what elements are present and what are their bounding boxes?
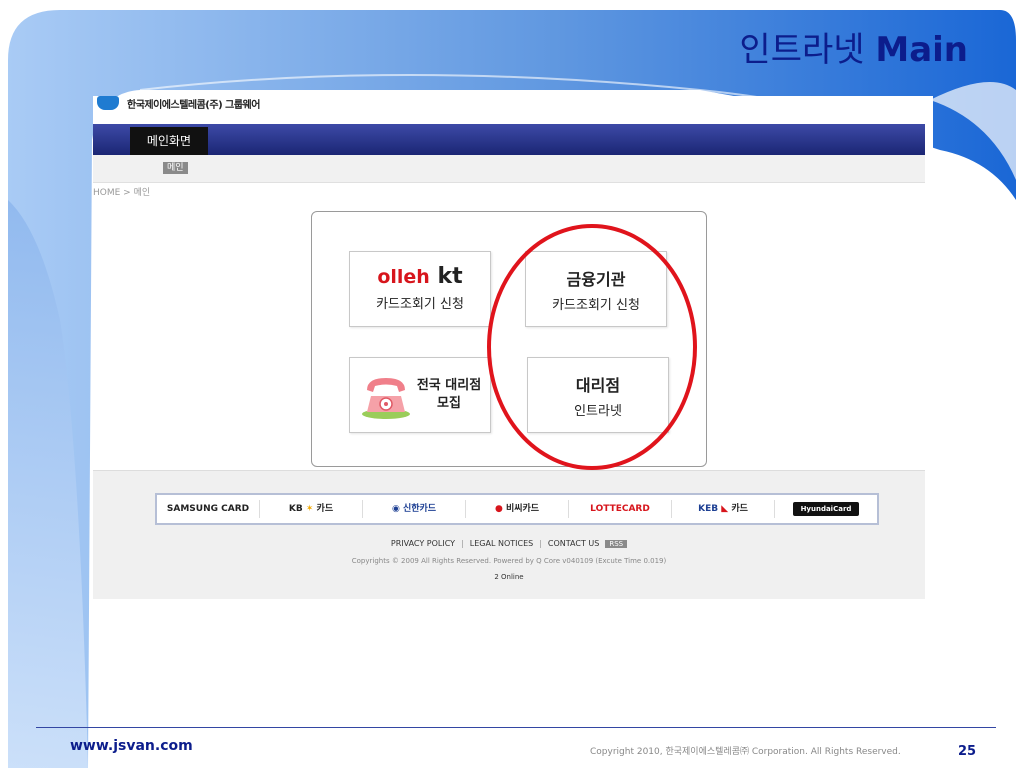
telephone-icon [361, 378, 410, 419]
card-company-logos: SAMSUNG CARD KB ✶ 카드 ◉ 신한카드 ● 비씨카드 LOTTE… [155, 493, 879, 525]
kt-card-subtitle: 카드조회기 신청 [376, 297, 464, 312]
company-logo-icon [97, 96, 119, 110]
site-footer: SAMSUNG CARD KB ✶ 카드 ◉ 신한카드 ● 비씨카드 LOTTE… [93, 470, 925, 599]
agency-recruit-line1: 전국 대리점 [416, 378, 482, 393]
bc-card-logo[interactable]: ● 비씨카드 [466, 500, 569, 518]
keb-card-text: 카드 [731, 504, 748, 514]
contact-us-link[interactable]: CONTACT US [548, 539, 599, 548]
hyundai-card-text: HyundaiCard [792, 502, 860, 516]
footer-divider [36, 727, 996, 728]
main-navbar: 메인화면 [93, 124, 925, 155]
bc-circle-icon: ● [494, 504, 503, 514]
keb-wing-icon: ◣ [721, 504, 729, 514]
company-url[interactable]: www.jsvan.com [70, 738, 193, 754]
footer-copyright: Copyrights © 2009 All Rights Reserved. P… [351, 557, 667, 565]
highlight-circle [487, 224, 697, 470]
breadcrumb: HOME > 메인 [93, 188, 151, 198]
keb-card-logo[interactable]: KEB ◣ 카드 [672, 500, 775, 518]
slide-title-english: Main [875, 30, 968, 70]
agency-recruit-card[interactable]: 전국 대리점 모집 [349, 357, 491, 433]
olleh-kt-logo: olleh kt [350, 264, 490, 289]
company-name: 한국제이에스텔레콤(주) 그룹웨어 [127, 99, 260, 111]
agency-recruit-line2: 모집 [437, 396, 461, 411]
nav-main-screen[interactable]: 메인화면 [130, 127, 208, 155]
privacy-policy-link[interactable]: PRIVACY POLICY [391, 539, 455, 548]
shinhan-card-text: 신한카드 [402, 504, 437, 514]
link-separator: | [461, 539, 464, 548]
sub-nav-tag-main[interactable]: 메인 [163, 162, 188, 174]
keb-text: KEB [698, 504, 719, 514]
hyundai-card-logo[interactable]: HyundaiCard [775, 500, 877, 518]
kt-card-reader-request-card[interactable]: olleh kt 카드조회기 신청 [349, 251, 491, 327]
agency-recruit-text: 전국 대리점 모집 [417, 377, 481, 413]
online-count: 2 Online [494, 573, 524, 581]
legal-notices-link[interactable]: LEGAL NOTICES [470, 539, 533, 548]
sub-navbar: 메인 [93, 155, 925, 183]
bc-card-text: 비씨카드 [505, 504, 540, 514]
samsung-card-logo[interactable]: SAMSUNG CARD [157, 500, 260, 518]
kb-card-logo[interactable]: KB ✶ 카드 [260, 500, 363, 518]
rss-badge[interactable]: RSS [605, 540, 628, 548]
slide-title-korean: 인트라넷 [739, 30, 865, 70]
kb-card-text: 카드 [316, 504, 334, 514]
footer-links: PRIVACY POLICY | LEGAL NOTICES | CONTACT US R… [93, 539, 925, 548]
page-number: 25 [958, 744, 977, 759]
kb-star-icon: ✶ [305, 504, 314, 514]
shinhan-card-logo[interactable]: ◉ 신한카드 [363, 500, 466, 518]
slide-title: 인트라넷 Main [739, 22, 968, 71]
kb-text: KB [288, 504, 303, 514]
kt-text: kt [437, 264, 463, 289]
slide-copyright: Copyright 2010, 한국제이에스텔레콤㈜ Corporation. … [590, 747, 901, 757]
site-logo[interactable]: 한국제이에스텔레콤(주) 그룹웨어 [97, 96, 260, 112]
link-separator: | [539, 539, 542, 548]
olleh-text: olleh [377, 266, 430, 288]
lotte-card-logo[interactable]: LOTTECARD [569, 500, 672, 518]
shinhan-globe-icon: ◉ [391, 504, 400, 514]
